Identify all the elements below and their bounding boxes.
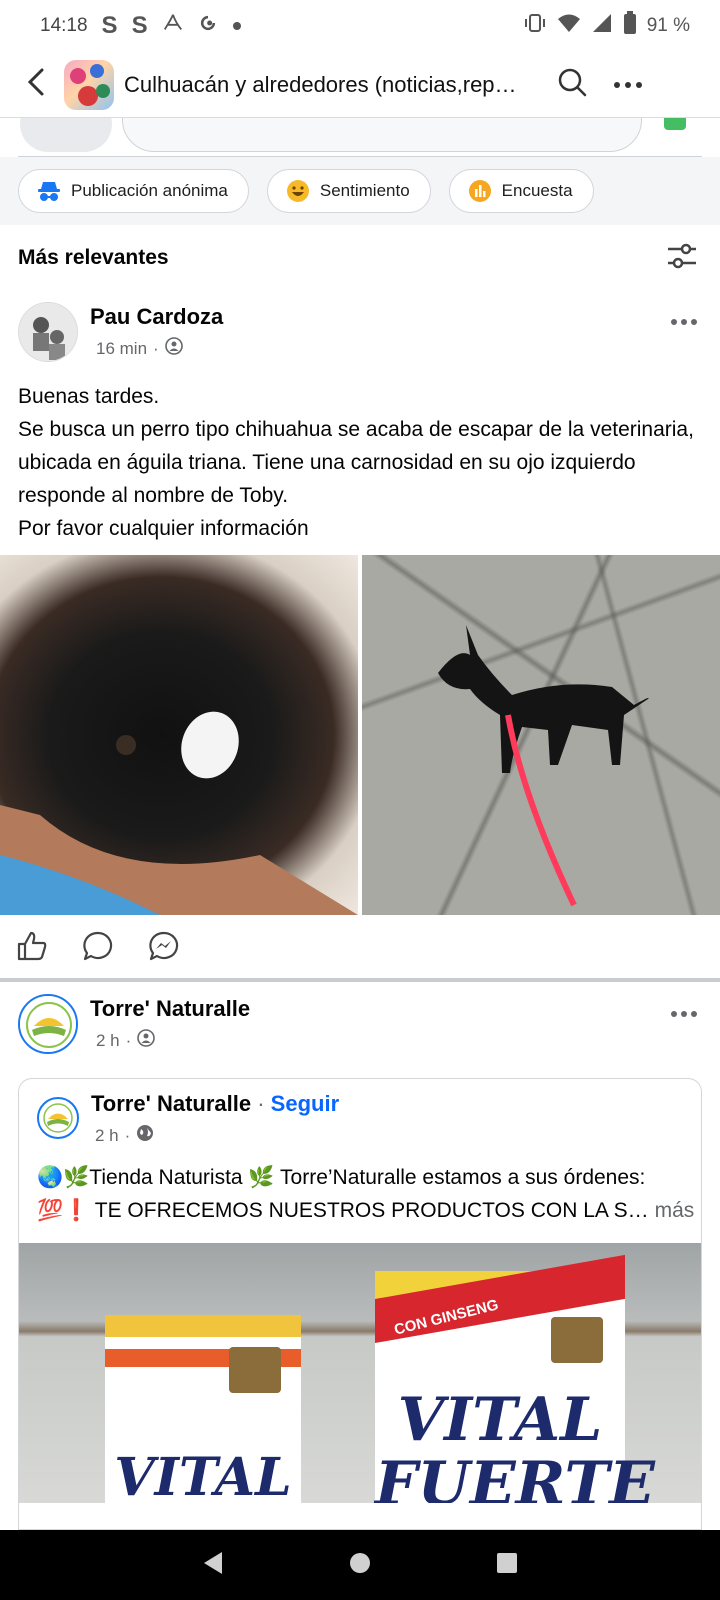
post-text: Buenas tardes. Se busca un perro tipo ch… xyxy=(18,385,694,540)
comment-icon xyxy=(82,930,114,967)
group-header: Culhuacán y alrededores (noticias,rep… xyxy=(0,52,720,118)
shared-text-line1: 🌏🌿Tienda Naturista 🌿 Torre’Naturalle est… xyxy=(37,1166,646,1189)
wifi-icon xyxy=(557,13,581,39)
dog-on-leash-photo[interactable] xyxy=(362,555,720,915)
post: Torre' Naturalle 2 h · Torre' Naturalle … xyxy=(0,982,720,1530)
post-options-button[interactable] xyxy=(662,306,706,338)
photo-icon[interactable] xyxy=(664,118,686,130)
chip-label: Publicación anónima xyxy=(71,181,228,200)
more-options-button[interactable] xyxy=(600,57,656,113)
composer-chips: Publicación anónima Sentimiento Encuesta xyxy=(0,157,720,225)
reaction-bar xyxy=(0,915,720,981)
composer-avatar[interactable] xyxy=(20,118,112,152)
signal-icon xyxy=(591,13,613,39)
product-box-big: CON GINSENG VITAL FUERTE xyxy=(375,1254,655,1503)
product-box-small: VITAL xyxy=(105,1315,301,1503)
sync-notification-icon xyxy=(198,13,218,39)
post-time[interactable]: 2 h xyxy=(96,1031,120,1051)
pdf-notification-icon xyxy=(162,12,184,40)
shared-post-card[interactable]: Torre' Naturalle · Seguir 2 h · 🌏🌿Tienda… xyxy=(18,1078,702,1530)
notification-s-icon: S xyxy=(131,12,148,39)
square-recents-icon xyxy=(495,1551,519,1580)
search-button[interactable] xyxy=(544,57,600,113)
more-horizontal-icon xyxy=(670,1005,698,1023)
post-time[interactable]: 16 min xyxy=(96,339,147,359)
author-name[interactable]: Pau Cardoza xyxy=(90,304,223,330)
poll-chip[interactable]: Encuesta xyxy=(448,169,594,213)
messenger-icon xyxy=(148,930,180,967)
nav-home-button[interactable] xyxy=(340,1545,380,1585)
post: Pau Cardoza 16 min · Buenas tardes. Se b… xyxy=(0,290,720,981)
system-nav-bar xyxy=(0,1530,720,1600)
members-icon xyxy=(137,1029,156,1052)
group-avatar[interactable] xyxy=(64,59,114,110)
group-title[interactable]: Culhuacán y alrededores (noticias,rep… xyxy=(124,72,544,98)
messenger-share-button[interactable] xyxy=(146,930,182,966)
author-name[interactable]: Torre' Naturalle xyxy=(90,996,250,1022)
post-composer xyxy=(0,118,720,156)
product-brand-line2: FUERTE xyxy=(375,1449,655,1503)
author-avatar[interactable] xyxy=(18,302,78,362)
see-more-link[interactable]: más xyxy=(655,1194,695,1227)
post-meta: 2 h · xyxy=(96,1029,156,1052)
poll-icon xyxy=(468,179,492,203)
back-button[interactable] xyxy=(8,57,64,113)
anonymous-post-chip[interactable]: Publicación anónima xyxy=(18,169,249,213)
search-icon xyxy=(557,67,587,102)
shared-post-meta: 2 h · xyxy=(95,1124,154,1147)
vibrate-icon xyxy=(523,12,547,40)
composer-input[interactable] xyxy=(122,118,642,152)
sort-row: Más relevantes xyxy=(0,230,720,286)
post-meta: 16 min · xyxy=(96,337,183,360)
dot-notification-icon xyxy=(232,15,242,37)
filter-button[interactable] xyxy=(662,238,702,278)
feeling-chip[interactable]: Sentimiento xyxy=(266,169,431,213)
shared-post-text: 🌏🌿Tienda Naturista 🌿 Torre’Naturalle est… xyxy=(19,1161,701,1227)
battery-percent: 91 % xyxy=(646,15,690,36)
product-brand-line1: VITAL xyxy=(397,1385,603,1455)
shared-author-avatar[interactable] xyxy=(37,1097,79,1139)
circle-home-icon xyxy=(348,1551,372,1580)
chevron-left-icon xyxy=(24,67,48,102)
shared-author-name[interactable]: Torre' Naturalle xyxy=(91,1091,251,1116)
more-horizontal-icon xyxy=(670,313,698,331)
triangle-back-icon xyxy=(200,1550,226,1581)
shared-text-line2: 💯❗️ TE OFRECEMOS NUESTROS PRODUCTOS CON … xyxy=(37,1199,649,1222)
like-button[interactable] xyxy=(14,930,50,966)
product-brand-small: VITAL xyxy=(114,1447,292,1503)
status-bar: 14:18 S S 91 % xyxy=(0,0,720,52)
members-icon xyxy=(164,337,183,360)
comment-button[interactable] xyxy=(80,930,116,966)
post-options-button[interactable] xyxy=(662,998,706,1030)
thumbs-up-icon xyxy=(16,930,48,967)
author-avatar[interactable] xyxy=(18,994,78,1054)
shared-author-line: Torre' Naturalle · Seguir xyxy=(91,1091,340,1116)
nav-back-button[interactable] xyxy=(193,1545,233,1585)
notification-s-icon: S xyxy=(101,12,118,39)
emoji-icon xyxy=(286,179,310,203)
nav-recents-button[interactable] xyxy=(487,1545,527,1585)
chip-label: Encuesta xyxy=(501,181,573,200)
battery-icon xyxy=(623,11,637,41)
sliders-icon xyxy=(666,243,698,274)
post-photos xyxy=(0,555,720,915)
sort-label[interactable]: Más relevantes xyxy=(18,246,169,270)
anonymous-icon xyxy=(37,179,61,203)
product-photo[interactable]: VITAL CON GINSENG VITAL FUERTE xyxy=(19,1243,701,1503)
clock: 14:18 xyxy=(40,15,88,36)
follow-button[interactable]: Seguir xyxy=(271,1091,339,1116)
globe-icon xyxy=(136,1124,154,1147)
more-horizontal-icon xyxy=(613,76,643,94)
shared-post-time[interactable]: 2 h xyxy=(95,1126,119,1146)
dog-closeup-photo[interactable] xyxy=(0,555,358,915)
chip-label: Sentimiento xyxy=(319,181,410,200)
